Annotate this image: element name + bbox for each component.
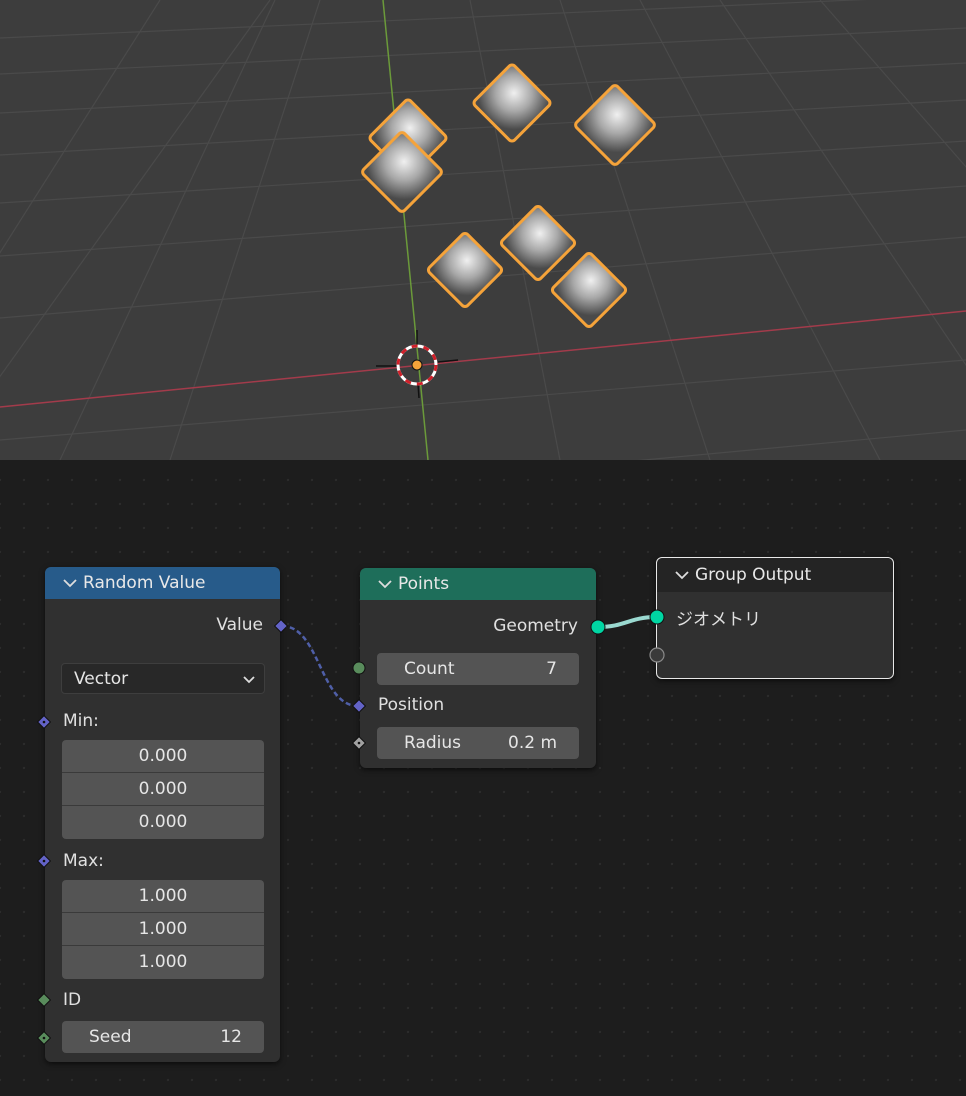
geometry-output-socket[interactable] — [590, 619, 606, 635]
data-type-dropdown[interactable]: Vector — [61, 663, 265, 694]
seed-value: 12 — [220, 1027, 242, 1047]
node-title: Group Output — [695, 565, 812, 585]
link-value-to-position — [281, 624, 359, 708]
geometry-input-label: ジオメトリ — [676, 610, 761, 630]
count-label: Count — [404, 659, 455, 679]
chevron-down-icon[interactable] — [378, 568, 392, 600]
max-input-socket[interactable] — [37, 854, 51, 868]
min-x-field[interactable]: 0.000 — [62, 740, 264, 773]
min-label: Min: — [63, 711, 99, 731]
radius-value: 0.2 m — [508, 733, 557, 753]
node-title: Points — [398, 574, 450, 594]
id-input-socket[interactable] — [37, 993, 51, 1007]
empty-input-socket[interactable] — [649, 647, 665, 663]
max-label: Max: — [63, 851, 104, 871]
geometry-output-label: Geometry — [493, 616, 578, 636]
random-value-header[interactable]: Random Value — [45, 567, 280, 599]
geometry-input-socket[interactable] — [649, 609, 665, 625]
point-instance — [499, 204, 577, 282]
id-label: ID — [63, 990, 82, 1010]
value-output-socket[interactable] — [274, 619, 288, 633]
3d-cursor-icon — [376, 330, 459, 399]
seed-label: Seed — [89, 1027, 132, 1047]
max-z-field[interactable]: 1.000 — [62, 946, 264, 979]
y-axis-line — [382, 0, 429, 460]
viewport-canvas[interactable] — [0, 0, 966, 460]
count-input-socket[interactable] — [352, 661, 366, 675]
radius-label: Radius — [404, 733, 462, 753]
position-input-socket[interactable] — [352, 699, 366, 713]
x-axis-line — [0, 310, 966, 408]
point-instance — [426, 231, 504, 309]
position-label: Position — [378, 695, 445, 715]
point-instance — [574, 84, 656, 166]
seed-input-socket[interactable] — [37, 1031, 51, 1045]
points-header[interactable]: Points — [360, 568, 596, 600]
min-input-socket[interactable] — [37, 715, 51, 729]
floor-grid — [0, 0, 966, 460]
random-value-node[interactable]: Random Value Value Vector Min: 0.000 0.0… — [45, 567, 280, 1062]
3d-viewport[interactable] — [0, 0, 966, 460]
node-title: Random Value — [83, 573, 206, 593]
radius-input-socket[interactable] — [352, 736, 366, 750]
min-y-field[interactable]: 0.000 — [62, 773, 264, 806]
chevron-down-icon[interactable] — [63, 567, 77, 599]
count-value: 7 — [546, 659, 557, 679]
point-instance — [550, 251, 628, 329]
min-z-field[interactable]: 0.000 — [62, 806, 264, 839]
output-value-label: Value — [216, 615, 263, 635]
radius-field[interactable]: Radius 0.2 m — [377, 727, 579, 759]
chevron-down-icon — [242, 664, 256, 706]
link-geometry-to-output — [597, 615, 657, 629]
group-output-header[interactable]: Group Output — [657, 558, 893, 592]
data-type-value: Vector — [74, 669, 129, 689]
seed-field[interactable]: Seed 12 — [62, 1021, 264, 1053]
max-y-field[interactable]: 1.000 — [62, 913, 264, 946]
node-editor[interactable]: Random Value Value Vector Min: 0.000 0.0… — [0, 460, 966, 1096]
points-node[interactable]: Points Geometry Count 7 Position Radius … — [360, 568, 596, 768]
chevron-down-icon[interactable] — [675, 558, 689, 592]
group-output-node[interactable]: Group Output ジオメトリ — [656, 557, 894, 679]
count-field[interactable]: Count 7 — [377, 653, 579, 685]
max-x-field[interactable]: 1.000 — [62, 880, 264, 913]
